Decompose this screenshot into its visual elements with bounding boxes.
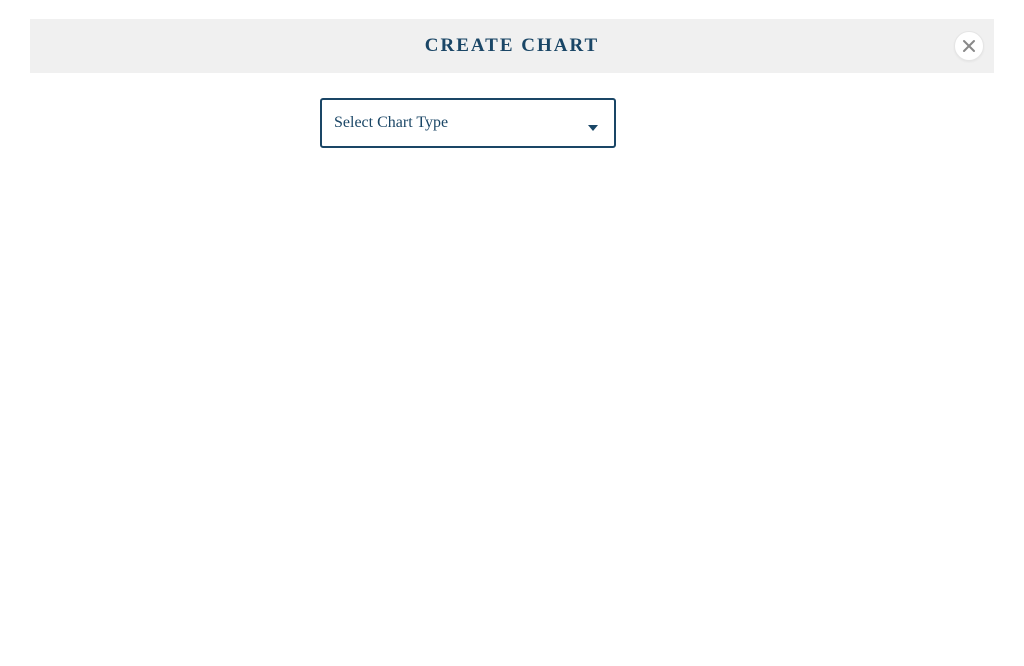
create-chart-modal: CREATE CHART Select Chart Type: [30, 19, 994, 148]
chart-type-select-wrapper: Select Chart Type: [320, 98, 616, 148]
close-button[interactable]: [954, 31, 984, 61]
chart-type-select-label: Select Chart Type: [334, 114, 448, 132]
modal-body: Select Chart Type: [30, 73, 994, 148]
caret-down-icon: [588, 125, 598, 131]
modal-title: CREATE CHART: [425, 35, 599, 57]
modal-header: CREATE CHART: [30, 19, 994, 73]
close-icon: [962, 39, 976, 53]
chart-type-select[interactable]: Select Chart Type: [320, 98, 616, 148]
